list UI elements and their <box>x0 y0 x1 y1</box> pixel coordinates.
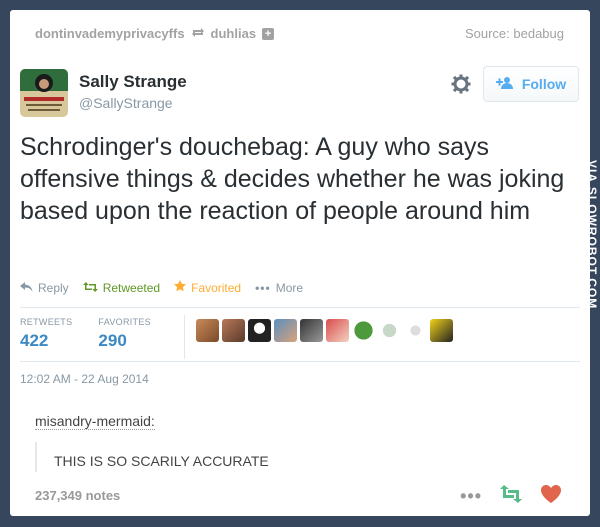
more-button[interactable]: ••• More <box>255 281 303 295</box>
stats-separator <box>184 315 185 359</box>
favoriter-avatar[interactable] <box>222 319 245 342</box>
retweet-icon <box>82 281 98 295</box>
tumblr-post: dontinvademyprivacyffs duhlias + Source:… <box>10 10 590 516</box>
follow-plus-icon[interactable]: + <box>262 27 275 40</box>
favorites-label: FAVORITES <box>98 317 151 327</box>
embedded-tweet: Sally Strange @SallyStrange Follow Schro… <box>10 56 590 396</box>
favoriter-avatar[interactable] <box>248 319 271 342</box>
reblogger-link[interactable]: dontinvademyprivacyffs <box>35 26 185 41</box>
favorite-button[interactable]: Favorited <box>174 280 241 295</box>
tweet-timestamp[interactable]: 12:02 AM - 22 Aug 2014 <box>20 372 149 386</box>
retweet-label: Retweeted <box>102 280 161 295</box>
post-controls: ••• <box>460 484 562 509</box>
retweets-label: RETWEETS <box>20 317 73 327</box>
reply-icon <box>20 281 33 295</box>
reblog-trail: dontinvademyprivacyffs duhlias + <box>35 26 275 41</box>
source-link[interactable]: Source: bedabug <box>465 26 564 41</box>
like-heart-icon[interactable] <box>540 484 562 509</box>
original-poster-link[interactable]: duhlias <box>211 26 257 41</box>
favoriter-avatar[interactable] <box>430 319 453 342</box>
favoriter-avatars <box>196 319 453 342</box>
tweet-text: Schrodinger's douchebag: A guy who says … <box>20 133 565 225</box>
favorites-stat[interactable]: FAVORITES 290 <box>98 317 177 357</box>
reply-label: Reply <box>38 280 69 295</box>
retweets-count: 422 <box>20 331 49 350</box>
favoriter-avatar[interactable] <box>274 319 297 342</box>
more-dots-icon: ••• <box>255 280 271 295</box>
add-user-icon <box>495 76 514 93</box>
favoriter-avatar[interactable] <box>352 319 375 342</box>
reply-button[interactable]: Reply <box>20 281 69 295</box>
divider <box>20 307 580 308</box>
more-label: More <box>275 280 304 295</box>
follow-label: Follow <box>521 76 567 92</box>
comment-username[interactable]: misandry-mermaid: <box>35 413 155 430</box>
blockquote-bar <box>35 442 39 472</box>
divider <box>20 361 580 362</box>
favoriter-avatar[interactable] <box>404 319 427 342</box>
follow-button[interactable]: Follow <box>483 66 579 102</box>
favoriter-avatar[interactable] <box>378 319 401 342</box>
gear-icon[interactable] <box>450 73 472 95</box>
tweet-actions: Reply Retweeted Favorited ••• More <box>20 280 303 295</box>
avatar[interactable] <box>20 69 68 117</box>
favoriter-avatar[interactable] <box>326 319 349 342</box>
favorites-count: 290 <box>98 331 127 350</box>
user-handle[interactable]: @SallyStrange <box>79 95 173 111</box>
display-name[interactable]: Sally Strange <box>79 72 187 92</box>
favorite-label: Favorited <box>191 280 242 295</box>
watermark: VIA SLOWROBOT.COM <box>585 160 599 310</box>
favoriter-avatar[interactable] <box>300 319 323 342</box>
retweet-button[interactable]: Retweeted <box>82 280 161 295</box>
reblog-icon <box>191 26 205 41</box>
comment-text: THIS IS SO SCARILY ACCURATE <box>54 453 269 469</box>
retweets-stat[interactable]: RETWEETS 422 <box>20 317 98 357</box>
tweet-stats: RETWEETS 422 FAVORITES 290 <box>20 317 177 357</box>
reblog-button-icon[interactable] <box>500 485 522 508</box>
post-header: dontinvademyprivacyffs duhlias + Source:… <box>10 10 590 56</box>
notes-count[interactable]: 237,349 notes <box>35 488 120 503</box>
more-options-icon[interactable]: ••• <box>460 486 482 507</box>
favoriter-avatar[interactable] <box>196 319 219 342</box>
star-icon <box>174 280 187 295</box>
